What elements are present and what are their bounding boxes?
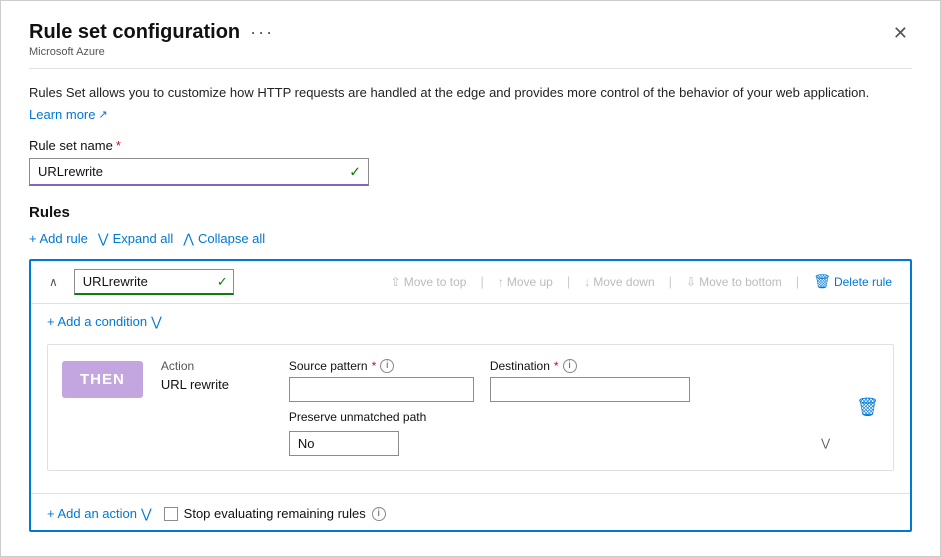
- dialog-more-button[interactable]: ···: [250, 22, 274, 43]
- required-indicator: *: [116, 138, 121, 153]
- add-rule-button[interactable]: + Add rule: [29, 229, 98, 248]
- move-to-bottom-icon: ⇩: [686, 275, 696, 289]
- fields-row: Source pattern * i Destination * i: [289, 359, 838, 402]
- move-down-button[interactable]: ↓ Move down: [578, 273, 660, 291]
- move-up-button[interactable]: ↑ Move up: [492, 273, 559, 291]
- expand-all-button[interactable]: ⋁ Expand all: [98, 229, 183, 249]
- rule-header: ∧ ✓ ⇧ Move to top | ↑ Move up | ↓: [31, 261, 910, 304]
- dialog-header: Rule set configuration ··· ✕: [29, 21, 912, 44]
- move-down-icon: ↓: [584, 275, 590, 289]
- source-pattern-input[interactable]: [289, 377, 474, 402]
- move-to-bottom-label: Move to bottom: [699, 275, 782, 289]
- expand-all-chevron: ⋁: [98, 231, 109, 247]
- rule-actions-row: ⇧ Move to top | ↑ Move up | ↓ Move down …: [385, 271, 898, 292]
- add-action-chevron: ⋁: [141, 506, 152, 522]
- delete-action-icon: 🗑: [856, 397, 879, 417]
- source-info-icon[interactable]: i: [380, 359, 394, 373]
- collapse-all-chevron: ⋀: [183, 231, 194, 247]
- rules-section-label: Rules: [29, 204, 912, 221]
- preserve-unmatched-group: Preserve unmatched path No Yes ⋁: [289, 410, 838, 456]
- rule-name-wrapper: ✓: [74, 269, 234, 295]
- move-up-icon: ↑: [498, 275, 504, 289]
- preserve-label: Preserve unmatched path: [289, 410, 838, 424]
- stop-evaluating-text: Stop evaluating remaining rules: [184, 506, 366, 521]
- source-pattern-group: Source pattern * i: [289, 359, 474, 402]
- add-action-button[interactable]: + Add an action ⋁: [47, 506, 152, 522]
- then-fields: Source pattern * i Destination * i: [289, 359, 838, 456]
- preserve-select[interactable]: No Yes: [289, 431, 399, 456]
- delete-rule-button[interactable]: 🗑 Delete rule: [807, 271, 898, 292]
- action-value: URL rewrite: [161, 377, 271, 392]
- rule-body: + Add a condition ⋁ THEN Action URL rewr…: [31, 304, 910, 483]
- move-to-top-icon: ⇧: [391, 275, 401, 289]
- then-content: Action URL rewrite: [161, 359, 271, 392]
- destination-info-icon[interactable]: i: [563, 359, 577, 373]
- source-pattern-label: Source pattern: [289, 359, 368, 373]
- destination-label-row: Destination * i: [490, 359, 690, 373]
- rule-name-check-icon: ✓: [217, 274, 228, 290]
- expand-all-label: Expand all: [113, 231, 174, 246]
- sep2: |: [567, 274, 570, 289]
- add-condition-row: + Add a condition ⋁: [47, 314, 894, 330]
- source-pattern-label-row: Source pattern * i: [289, 359, 474, 373]
- source-required: *: [372, 359, 377, 373]
- learn-more-link[interactable]: Learn more ↗: [29, 107, 108, 122]
- sep4: |: [796, 274, 799, 289]
- preserve-select-wrapper: No Yes ⋁: [289, 431, 838, 456]
- header-divider: [29, 68, 912, 69]
- collapse-all-button[interactable]: ⋀ Collapse all: [183, 229, 275, 249]
- stop-evaluating-label: Stop evaluating remaining rules i: [164, 506, 386, 521]
- rule-set-name-wrapper: ✓: [29, 158, 369, 186]
- delete-action-button[interactable]: 🗑: [856, 397, 879, 418]
- description-text: Rules Set allows you to customize how HT…: [29, 83, 912, 103]
- rule-set-name-input[interactable]: [29, 158, 369, 186]
- dialog-title-row: Rule set configuration ···: [29, 21, 274, 44]
- collapse-icon: ∧: [49, 275, 58, 289]
- move-to-bottom-button[interactable]: ⇩ Move to bottom: [680, 273, 788, 291]
- add-condition-button[interactable]: + Add a condition ⋁: [47, 314, 162, 330]
- collapse-rule-button[interactable]: ∧: [43, 273, 64, 291]
- then-section: THEN Action URL rewrite Source pattern *…: [47, 344, 894, 471]
- sep3: |: [669, 274, 672, 289]
- rule-name-input[interactable]: [74, 269, 234, 295]
- rules-toolbar: + Add rule ⋁ Expand all ⋀ Collapse all: [29, 229, 912, 249]
- rule-set-name-check-icon: ✓: [349, 163, 361, 180]
- rule-set-configuration-dialog: Rule set configuration ··· ✕ Microsoft A…: [0, 0, 941, 557]
- then-badge: THEN: [62, 361, 143, 398]
- external-link-icon: ↗: [98, 108, 107, 121]
- dialog-title: Rule set configuration: [29, 21, 240, 44]
- stop-evaluating-info-icon[interactable]: i: [372, 507, 386, 521]
- stop-evaluating-checkbox[interactable]: [164, 507, 178, 521]
- sep1: |: [480, 274, 483, 289]
- collapse-all-label: Collapse all: [198, 231, 265, 246]
- move-to-top-label: Move to top: [404, 275, 467, 289]
- add-action-label: + Add an action: [47, 506, 137, 521]
- move-down-label: Move down: [593, 275, 654, 289]
- select-chevron-icon: ⋁: [821, 437, 830, 450]
- dialog-subtitle: Microsoft Azure: [29, 46, 912, 58]
- delete-rule-label: Delete rule: [834, 275, 892, 289]
- field-label-text: Rule set name: [29, 138, 113, 153]
- dest-required: *: [554, 359, 559, 373]
- close-button[interactable]: ✕: [889, 22, 912, 44]
- add-condition-chevron: ⋁: [151, 314, 162, 330]
- destination-label: Destination: [490, 359, 550, 373]
- move-up-label: Move up: [507, 275, 553, 289]
- move-to-top-button[interactable]: ⇧ Move to top: [385, 273, 473, 291]
- rule-set-name-label: Rule set name *: [29, 138, 912, 153]
- action-label: Action: [161, 359, 271, 373]
- rule-footer: + Add an action ⋁ Stop evaluating remain…: [31, 493, 910, 530]
- delete-rule-icon: 🗑: [813, 273, 831, 290]
- learn-more-label: Learn more: [29, 107, 95, 122]
- destination-input[interactable]: [490, 377, 690, 402]
- rule-box: ∧ ✓ ⇧ Move to top | ↑ Move up | ↓: [29, 259, 912, 532]
- add-condition-label: + Add a condition: [47, 314, 147, 329]
- destination-group: Destination * i: [490, 359, 690, 402]
